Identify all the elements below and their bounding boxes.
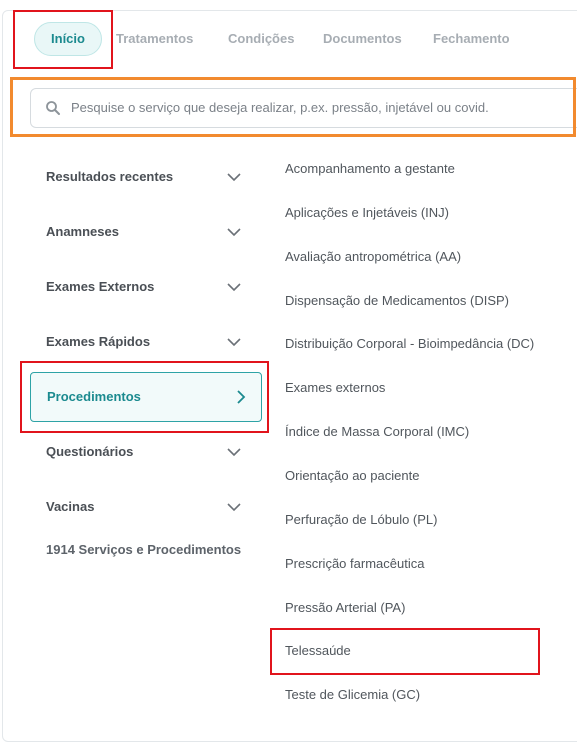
- chevron-down-icon: [227, 283, 241, 292]
- category-anamneses[interactable]: Anamneses: [30, 207, 260, 257]
- category-exames-externos[interactable]: Exames Externos: [30, 262, 260, 312]
- chevron-down-icon: [227, 503, 241, 512]
- category-vacinas[interactable]: Vacinas: [30, 482, 260, 532]
- category-label: Resultados recentes: [46, 169, 174, 184]
- procedure-item[interactable]: Distribuição Corporal - Bioimpedância (D…: [285, 334, 534, 354]
- procedure-item[interactable]: Teste de Glicemia (GC): [285, 685, 420, 705]
- services-count: 1914 Serviços e Procedimentos: [46, 542, 242, 557]
- chevron-down-icon: [227, 338, 241, 347]
- category-resultados-recentes[interactable]: Resultados recentes: [30, 152, 260, 202]
- chevron-down-icon: [227, 448, 241, 457]
- category-label: Exames Rápidos: [46, 334, 151, 349]
- procedure-item[interactable]: Prescrição farmacêutica: [285, 554, 424, 574]
- highlight-box-search: [10, 77, 576, 137]
- highlight-box-telessaude: [270, 628, 540, 675]
- highlight-box-procedimentos: [20, 361, 269, 433]
- procedure-item[interactable]: Orientação ao paciente: [285, 466, 419, 486]
- tab-tratamentos[interactable]: Tratamentos: [116, 22, 193, 56]
- category-label: Questionários: [46, 444, 134, 459]
- tab-documentos[interactable]: Documentos: [323, 22, 402, 56]
- procedure-item[interactable]: Pressão Arterial (PA): [285, 598, 405, 618]
- category-label: Vacinas: [46, 499, 95, 514]
- procedure-item[interactable]: Aplicações e Injetáveis (INJ): [285, 203, 449, 223]
- category-label: Anamneses: [46, 224, 119, 239]
- procedure-item[interactable]: Perfuração de Lóbulo (PL): [285, 510, 437, 530]
- procedure-item[interactable]: Exames externos: [285, 378, 385, 398]
- tab-fechamento[interactable]: Fechamento: [433, 22, 510, 56]
- category-exames-rapidos[interactable]: Exames Rápidos: [30, 317, 260, 367]
- chevron-down-icon: [227, 228, 241, 237]
- procedure-item[interactable]: Avaliação antropométrica (AA): [285, 247, 461, 267]
- procedure-item[interactable]: Índice de Massa Corporal (IMC): [285, 422, 469, 442]
- category-questionarios[interactable]: Questionários: [30, 427, 260, 477]
- category-label: Exames Externos: [46, 279, 155, 294]
- procedure-item[interactable]: Acompanhamento a gestante: [285, 159, 455, 179]
- procedure-item[interactable]: Dispensação de Medicamentos (DISP): [285, 291, 509, 311]
- chevron-down-icon: [227, 173, 241, 182]
- highlight-box-tab: [13, 10, 113, 69]
- tab-condicoes[interactable]: Condições: [228, 22, 294, 56]
